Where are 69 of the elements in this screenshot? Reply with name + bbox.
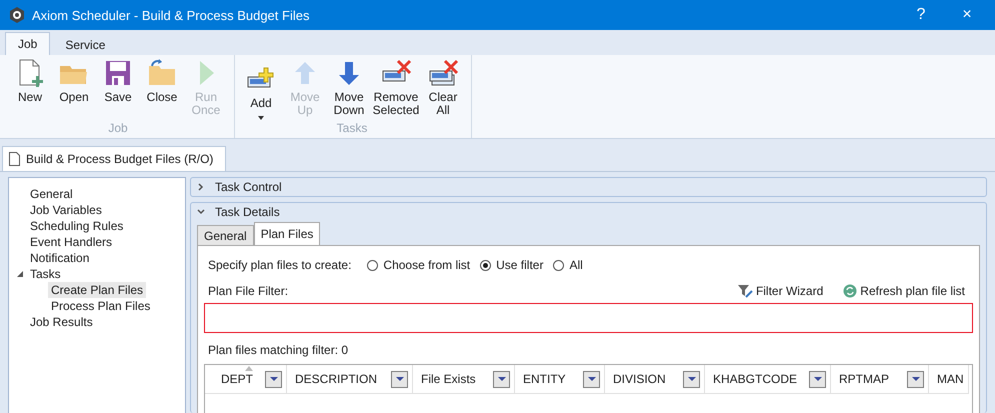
tree-item[interactable]: Job Variables <box>27 202 105 218</box>
tree-item[interactable]: Tasks <box>27 266 64 282</box>
column-header[interactable]: RPTMAP <box>831 365 929 394</box>
prompt-label: Specify plan files to create: <box>208 258 352 272</box>
filter-wizard-button[interactable]: Filter Wizard <box>736 283 824 299</box>
column-header[interactable]: ENTITY <box>515 365 605 394</box>
ribbon-button[interactable]: Open <box>52 58 96 121</box>
column-header[interactable]: DESCRIPTION <box>287 365 413 394</box>
filter-label: Plan File Filter: <box>208 284 288 298</box>
matching-count: Plan files matching filter: 0 <box>207 343 350 359</box>
section-header[interactable]: Task Details <box>191 203 986 221</box>
ribbon-tab[interactable]: Service <box>52 34 118 55</box>
filter-dropdown-button[interactable] <box>493 370 510 388</box>
filter-dropdown-button[interactable] <box>265 370 282 388</box>
ribbon-button[interactable]: Close <box>140 58 184 121</box>
filter-dropdown-button[interactable] <box>907 370 924 388</box>
group-label: Job <box>108 121 128 137</box>
close-button[interactable]: × <box>947 0 987 30</box>
ribbon-button[interactable]: Save <box>96 58 140 121</box>
ribbon-button[interactable]: New <box>8 58 52 121</box>
ribbon-button[interactable]: Move Down <box>327 58 371 121</box>
tab[interactable]: Plan Files <box>254 222 320 245</box>
refresh-button[interactable]: Refresh plan file list <box>843 284 965 298</box>
help-button[interactable]: ? <box>901 0 941 30</box>
ribbon-button[interactable]: Remove Selected <box>371 58 421 121</box>
funnel-icon <box>736 283 753 299</box>
app-logo-icon <box>8 6 26 24</box>
tree-item[interactable]: Event Handlers <box>27 234 116 250</box>
filter-dropdown-button[interactable] <box>683 370 700 388</box>
filter-dropdown-button[interactable] <box>391 370 408 388</box>
filter-field[interactable] <box>204 303 973 333</box>
tree-item[interactable]: Notification <box>27 250 92 266</box>
filter-dropdown-button[interactable] <box>809 370 826 388</box>
caret-icon <box>270 377 278 381</box>
tree-item[interactable]: Scheduling Rules <box>27 218 126 234</box>
radio-option[interactable]: All <box>553 258 583 272</box>
caret-icon <box>814 377 822 381</box>
document-tab-label: Build & Process Budget Files (R/O) <box>26 152 214 166</box>
caret-icon <box>912 377 920 381</box>
tab[interactable]: General <box>197 225 254 245</box>
section-header[interactable]: Task Control <box>191 178 986 196</box>
refresh-icon <box>843 284 858 298</box>
tree-item[interactable]: Create Plan Files <box>48 282 146 298</box>
ribbon-tab[interactable]: Job <box>5 32 50 55</box>
clear-tasks-icon <box>427 58 459 88</box>
group-label: Tasks <box>336 121 368 137</box>
caret-icon <box>688 377 696 381</box>
caret-icon <box>498 377 506 381</box>
radio-option[interactable]: Choose from list <box>367 258 470 272</box>
column-header[interactable]: DIVISION <box>605 365 705 394</box>
tree-item[interactable]: Job Results <box>27 314 96 330</box>
column-header[interactable]: File Exists <box>413 365 515 394</box>
radio-option[interactable]: Use filter <box>480 258 544 272</box>
window-title: Axiom Scheduler - Build & Process Budget Files <box>32 8 310 22</box>
tree-item[interactable]: General <box>27 186 76 202</box>
chevron-icon <box>197 208 205 216</box>
filter-dropdown-button[interactable] <box>583 370 600 388</box>
folder-icon <box>146 58 178 88</box>
column-header[interactable]: DEPT <box>205 365 287 394</box>
document-tab[interactable]: Build & Process Budget Files (R/O) <box>2 146 226 171</box>
column-header[interactable]: KHABGTCODE <box>705 365 831 394</box>
document-icon <box>9 152 20 166</box>
ribbon-button[interactable]: Add <box>239 58 283 121</box>
caret-icon <box>396 377 404 381</box>
caret-icon <box>588 377 596 381</box>
ribbon-button[interactable]: Clear All <box>421 58 465 121</box>
chevron-icon <box>197 183 205 191</box>
tree-item[interactable]: Process Plan Files <box>48 298 154 314</box>
column-header[interactable]: MAN <box>929 365 969 394</box>
